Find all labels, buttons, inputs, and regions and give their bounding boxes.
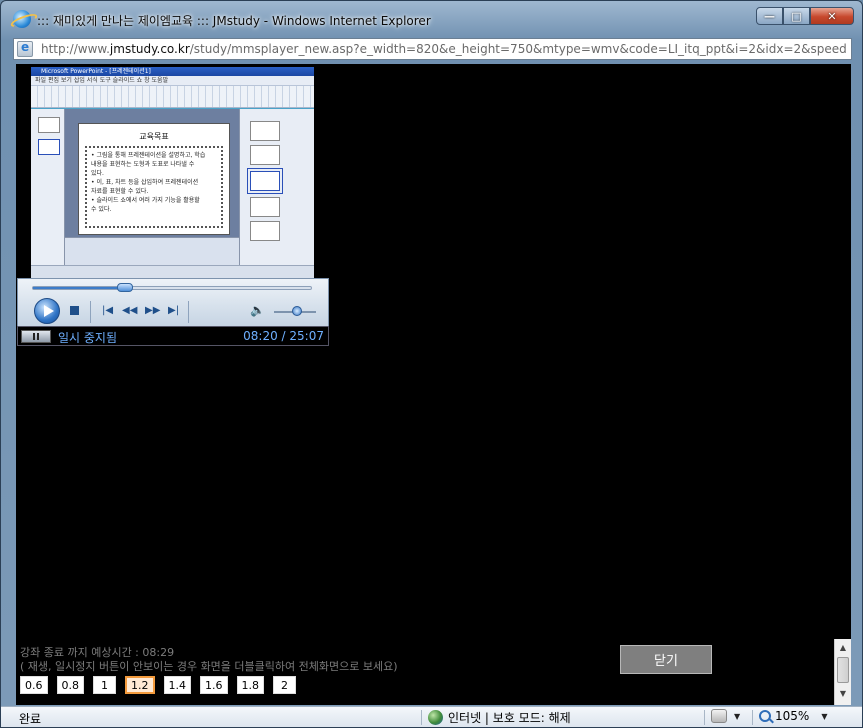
fast-forward-icon: ▶▶ <box>145 305 161 316</box>
speed-button-0-6[interactable]: 0.6 <box>20 676 48 694</box>
layout-thumb <box>247 168 283 194</box>
seek-bar[interactable] <box>32 283 312 292</box>
separator <box>188 301 189 323</box>
security-icon <box>711 709 727 723</box>
stop-button[interactable] <box>70 305 79 315</box>
status-done-text: 완료 <box>19 712 42 726</box>
speed-selector: 0.6 0.8 1 1.2 1.4 1.6 1.8 2 <box>20 676 305 694</box>
speed-button-1[interactable]: 1 <box>93 676 116 694</box>
video-slide: 교육목표 • 그림을 통해 프레젠테이션을 설명하고, 학습 내용을 표현하는 … <box>78 123 230 235</box>
previous-icon: |◀ <box>102 305 114 316</box>
zoom-level: 105% <box>775 709 810 723</box>
slide-line: • 슬라이드 쇼에서 여러 가지 기능을 활용할 <box>91 197 200 204</box>
ie-status-bar: 완료 인터넷 | 보호 모드: 해제 ▼ 105% ▼ <box>1 706 862 727</box>
video-thumb <box>38 139 60 155</box>
security-zone[interactable]: 인터넷 | 보호 모드: 해제 <box>428 709 571 726</box>
speed-button-1-8[interactable]: 1.8 <box>236 676 264 694</box>
page-content: Microsoft PowerPoint - [프레젠테이션1] 파일 편집 보… <box>16 64 851 705</box>
address-bar[interactable]: http://www.jmstudy.co.kr/study/mmsplayer… <box>13 38 852 60</box>
video-workspace: 교육목표 • 그림을 통해 프레젠테이션을 설명하고, 학습 내용을 표현하는 … <box>31 109 314 265</box>
video-app-title: Microsoft PowerPoint - [프레젠테이션1] <box>31 67 314 76</box>
seek-handle[interactable] <box>116 283 133 292</box>
scroll-up-icon[interactable]: ▲ <box>835 639 851 655</box>
url-prefix: http://www. <box>41 42 110 56</box>
slide-line: • 그림을 통해 프레젠테이션을 설명하고, 학습 <box>91 152 206 159</box>
slide-line: 있다. <box>91 170 104 177</box>
scroll-thumb[interactable] <box>837 657 849 683</box>
speed-button-1-2[interactable]: 1.2 <box>125 676 155 694</box>
window-controls: — □ ✕ <box>756 7 854 25</box>
ie-window: ::: 재미있게 만나는 제이엠교육 ::: JMstudy - Windows… <box>0 0 863 728</box>
title-bar[interactable]: ::: 재미있게 만나는 제이엠교육 ::: JMstudy - Windows… <box>1 1 862 35</box>
video-frame[interactable]: Microsoft PowerPoint - [프레젠테이션1] 파일 편집 보… <box>31 67 314 278</box>
slide-line: 자료를 표현할 수 있다. <box>91 188 149 195</box>
zoom-control[interactable]: 105% ▼ <box>759 709 827 723</box>
video-thumb <box>38 117 60 133</box>
separator <box>90 301 91 323</box>
speed-button-1-4[interactable]: 1.4 <box>163 676 191 694</box>
protected-mode-button[interactable]: ▼ <box>711 709 740 723</box>
next-button[interactable]: ▶| <box>168 305 179 317</box>
close-lecture-button[interactable]: 닫기 <box>620 645 712 674</box>
close-window-button[interactable]: ✕ <box>810 7 854 25</box>
zone-text: 인터넷 | 보호 모드: 해제 <box>448 711 571 725</box>
playback-status: 일시 중지됨 <box>58 331 118 345</box>
zoom-magnifier-icon <box>759 710 771 722</box>
layout-thumb <box>250 145 280 165</box>
playback-time: 08:20 / 25:07 <box>243 329 324 343</box>
url-host: jmstudy.co.kr <box>109 42 190 56</box>
stop-icon <box>70 306 79 315</box>
vertical-scrollbar[interactable]: ▲ ▼ <box>834 639 851 705</box>
rewind-icon: ◀◀ <box>122 305 138 316</box>
separator <box>421 710 422 725</box>
maximize-icon: □ <box>791 9 802 23</box>
video-notes-pane <box>65 237 239 265</box>
video-toolbar <box>31 86 314 108</box>
internet-explorer-icon <box>13 10 31 28</box>
separator <box>752 710 753 725</box>
seek-progress <box>33 287 125 289</box>
video-slide-title: 교육목표 <box>139 132 169 141</box>
chevron-down-icon: ▼ <box>734 711 741 721</box>
video-slide-thumbnails <box>31 109 65 265</box>
video-statusbar <box>31 265 314 278</box>
video-layout-panel <box>239 109 314 265</box>
previous-button[interactable]: |◀ <box>102 305 113 317</box>
chevron-down-icon: ▼ <box>821 711 828 721</box>
control-row: |◀ ◀◀ ▶▶ ▶| 🔈 <box>18 297 330 327</box>
window-title: ::: 재미있게 만나는 제이엠교육 ::: JMstudy - Windows… <box>37 14 431 28</box>
pause-indicator-icon <box>21 330 51 343</box>
page-favicon-icon <box>17 40 33 57</box>
video-menubar: 파일 편집 보기 삽입 서식 도구 슬라이드 쇼 창 도움말 <box>31 76 314 86</box>
volume-slider-handle[interactable] <box>292 306 303 316</box>
volume-icon[interactable]: 🔈 <box>250 303 265 317</box>
fast-forward-button[interactable]: ▶▶ <box>145 305 160 317</box>
internet-globe-icon <box>428 710 443 725</box>
next-icon: ▶| <box>168 305 180 316</box>
address-url[interactable]: http://www.jmstudy.co.kr/study/mmsplayer… <box>41 42 846 56</box>
close-icon: ✕ <box>827 9 837 23</box>
speed-button-2[interactable]: 2 <box>273 676 296 694</box>
minimize-icon: — <box>764 9 775 23</box>
slide-line: • 이, 표, 차트 등을 삽입하여 프레젠테이션 <box>91 179 199 186</box>
maximize-button[interactable]: □ <box>783 7 810 25</box>
slide-line: 내용을 표현하는 도형과 도표로 나타낼 수 <box>91 161 195 168</box>
scroll-down-icon[interactable]: ▼ <box>835 685 851 701</box>
layout-thumb <box>250 221 280 241</box>
layout-thumb <box>250 197 280 217</box>
rewind-button[interactable]: ◀◀ <box>122 305 137 317</box>
player-status-strip: 일시 중지됨 08:20 / 25:07 <box>17 326 329 346</box>
play-icon <box>43 305 54 317</box>
layout-thumb <box>250 121 280 141</box>
slide-line: 수 있다. <box>91 206 112 213</box>
play-button[interactable] <box>34 298 60 324</box>
video-slide-body: • 그림을 통해 프레젠테이션을 설명하고, 학습 내용을 표현하는 도형과 도… <box>85 146 223 228</box>
minimize-button[interactable]: — <box>756 7 783 25</box>
separator <box>704 710 705 725</box>
speed-button-1-6[interactable]: 1.6 <box>200 676 228 694</box>
fullscreen-hint: ( 재생, 일시정지 버튼이 안보이는 경우 화면을 더블클릭하여 전체화면으로… <box>20 660 398 673</box>
url-path: /study/mmsplayer_new.asp?e_width=820&e_h… <box>189 42 846 56</box>
speed-button-0-8[interactable]: 0.8 <box>56 676 84 694</box>
